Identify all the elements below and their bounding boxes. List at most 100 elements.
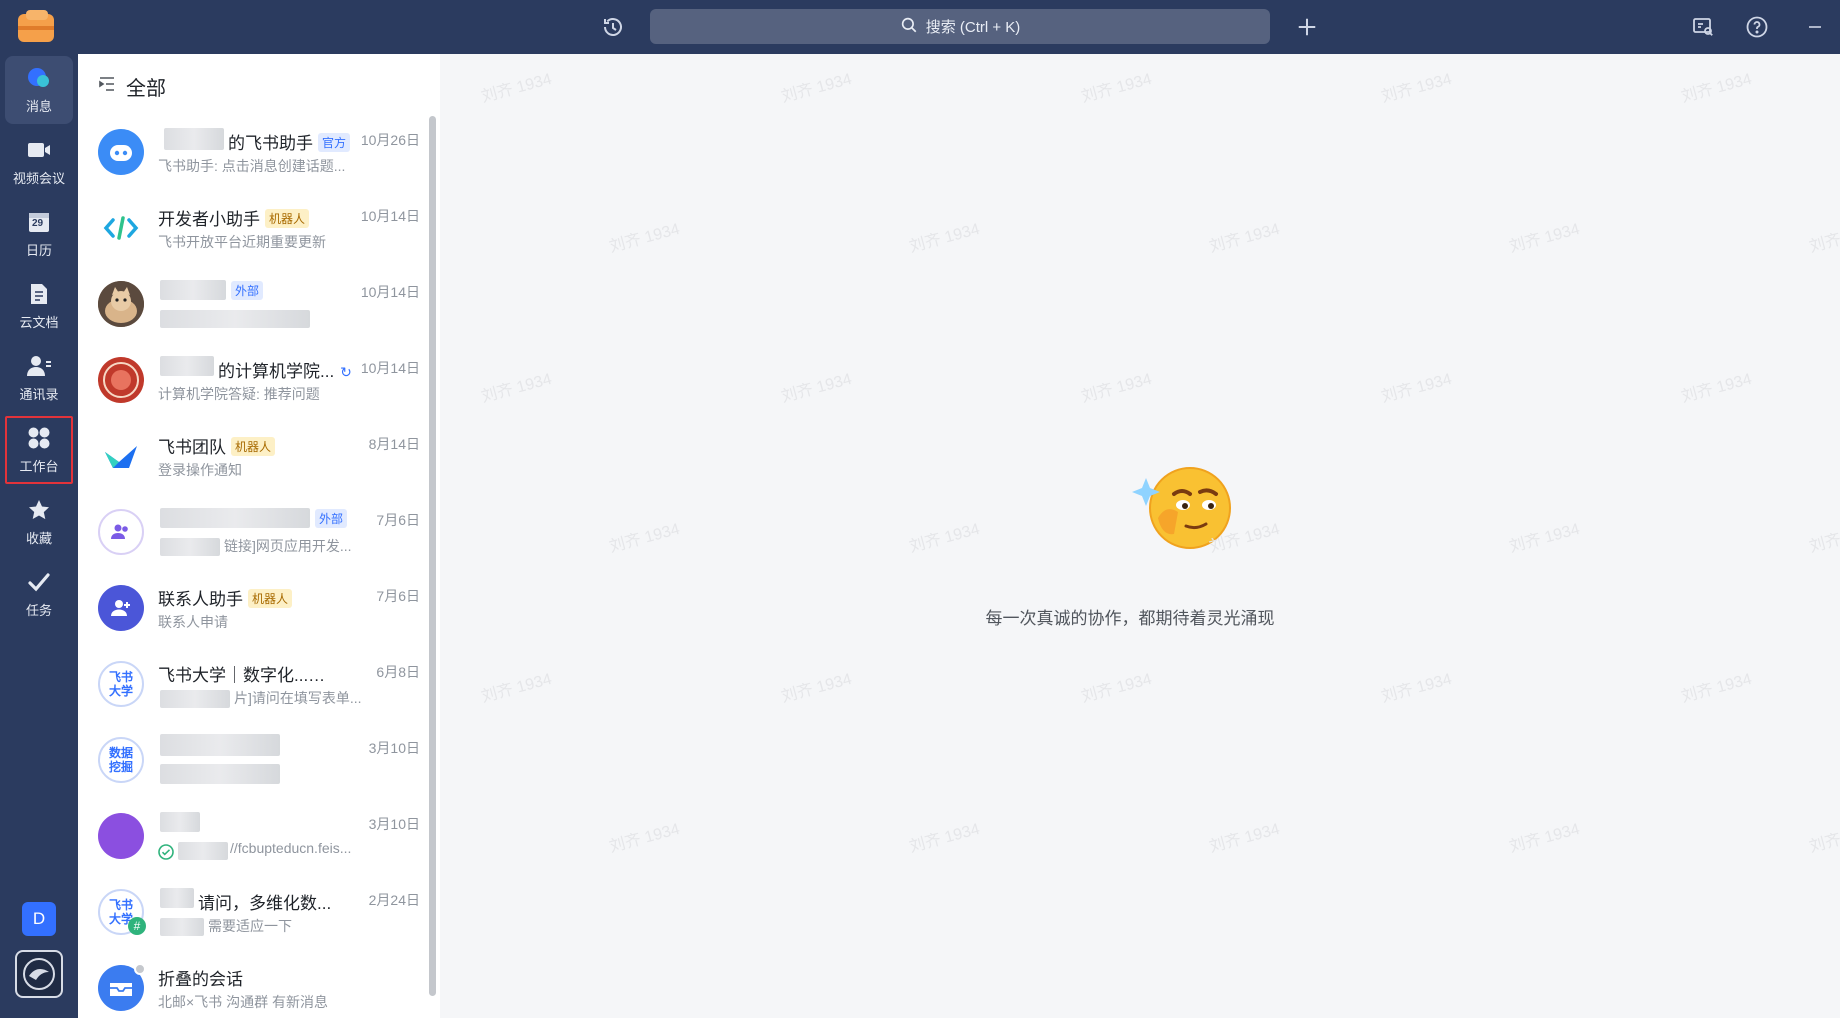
watermark-text: 刘齐 1934 — [1807, 221, 1840, 256]
redacted-area — [160, 764, 280, 784]
folded-chats-item[interactable]: 折叠的会话 北邮×飞书 沟通群 有新消息 — [78, 952, 423, 1018]
redacted-area — [160, 280, 226, 300]
docs-icon — [26, 282, 52, 306]
developer-assistant-avatar-icon — [98, 205, 144, 251]
watermark-text: 刘齐 1934 — [779, 670, 854, 706]
redacted-area — [164, 128, 224, 150]
user-avatar[interactable]: D — [22, 902, 56, 936]
chat-preview: 飞书开放平台近期重要更新 — [158, 234, 326, 250]
redacted-area — [178, 842, 228, 860]
user-initial: D — [32, 909, 46, 928]
minimize-icon[interactable] — [1798, 10, 1832, 44]
chat-list-scrollbar[interactable] — [429, 116, 436, 996]
empty-state-text: 每一次真诚的协作，都期待着灵光涌现 — [985, 609, 1275, 628]
chat-preview: 链接]网页应用开发... — [224, 538, 352, 554]
redacted-area — [160, 356, 214, 376]
rail-label: 消息 — [25, 98, 52, 114]
rail-item-contacts[interactable]: 通讯录 — [5, 344, 73, 412]
watermark-text: 刘齐 1934 — [607, 520, 682, 556]
chat-item[interactable]: 数据挖掘 3月10日 — [78, 724, 423, 800]
watermark-text: 刘齐 1934 — [1507, 220, 1582, 256]
watermark-text: 刘齐 1934 — [907, 220, 982, 256]
unread-dot — [134, 963, 146, 975]
screen-search-icon[interactable] — [1686, 10, 1720, 44]
help-icon[interactable] — [1740, 10, 1774, 44]
chat-time: 10月14日 — [360, 284, 420, 300]
chat-item[interactable]: 联系人助手 机器人 7月6日 联系人申请 — [78, 572, 423, 648]
rail-item-docs[interactable]: 云文档 — [5, 272, 73, 340]
chat-item[interactable]: 飞书大学 # 请问，多维化数... 2月24日 需要适应一下 — [78, 876, 423, 952]
chat-time: 7月6日 — [376, 588, 420, 604]
chat-preview: 需要适应一下 — [208, 918, 292, 934]
watermark-text: 刘齐 1934 — [1679, 370, 1754, 406]
chat-time: 6月8日 — [376, 664, 420, 680]
chat-item[interactable]: 飞书团队 机器人 8月14日 登录操作通知 — [78, 420, 423, 496]
left-rail: 消息 视频会议 29 日历 云文档 通讯录 工作台 收藏 任务 D — [0, 54, 78, 1018]
search-placeholder: 搜索 (Ctrl + K) — [925, 19, 1021, 36]
watermark-text: 刘齐 1934 — [1207, 220, 1282, 256]
rail-item-favorites[interactable]: 收藏 — [5, 488, 73, 556]
watermark-text: 刘齐 1934 — [907, 520, 982, 556]
chat-name: 外部 — [226, 281, 264, 302]
star-icon — [26, 498, 52, 522]
chat-time: 10月14日 — [360, 360, 420, 376]
chat-name: 的计算机学院... ↻ — [218, 362, 352, 381]
watermark-text: 刘齐 1934 — [607, 220, 682, 256]
redacted-area — [160, 812, 200, 832]
watermark-text: 刘齐 1934 — [907, 820, 982, 856]
chat-item[interactable]: 的飞书助手 官方 10月26日 飞书助手: 点击消息创建话题... — [78, 116, 423, 192]
chat-item[interactable]: 飞书大学 飞书大学｜数字化...外部 6月8日 片]请问在填写表单... — [78, 648, 423, 724]
group-avatar-icon — [98, 509, 144, 555]
workplace-icon — [26, 426, 52, 450]
chat-name: 开发者小助手 机器人 — [158, 205, 310, 230]
video-icon — [26, 138, 52, 162]
chat-preview: 片]请问在填写表单... — [234, 690, 362, 706]
redacted-area — [160, 538, 220, 556]
rail-label: 日历 — [25, 242, 52, 258]
chat-item[interactable]: 外部 10月14日 — [78, 268, 423, 344]
official-badge: 官方 — [318, 133, 351, 152]
chat-preview: //fcbupteducn.feis... — [230, 840, 352, 856]
app-logo-icon[interactable] — [14, 8, 60, 46]
task-icon — [26, 570, 52, 594]
chat-name: 折叠的会话 — [158, 970, 243, 989]
feishu-team-avatar-icon — [98, 433, 144, 479]
filter-list-icon — [98, 75, 116, 99]
chat-time: 7月6日 — [376, 512, 420, 528]
chat-time: 8月14日 — [368, 436, 420, 452]
watermark-text: 刘齐 1934 — [1507, 820, 1582, 856]
chat-item[interactable]: 外部 7月6日 链接]网页应用开发... — [78, 496, 423, 572]
chat-preview: 登录操作通知 — [158, 462, 242, 478]
search-input[interactable]: 搜索 (Ctrl + K) — [650, 9, 1270, 44]
chat-item[interactable]: 开发者小助手 机器人 10月14日 飞书开放平台近期重要更新 — [78, 192, 423, 268]
redacted-area — [160, 888, 194, 908]
watermark-text: 刘齐 1934 — [1079, 70, 1154, 106]
redacted-area — [160, 508, 310, 528]
rail-item-video-meeting[interactable]: 视频会议 — [5, 128, 73, 196]
chat-name: 请问，多维化数... — [198, 894, 332, 913]
history-icon[interactable] — [596, 10, 630, 44]
calendar-day: 29 — [32, 217, 44, 229]
chat-item[interactable]: 的计算机学院... ↻ 10月14日 计算机学院答疑: 推荐问题 — [78, 344, 423, 420]
watermark-text: 刘齐 1934 — [1207, 820, 1282, 856]
redacted-area — [160, 310, 310, 328]
message-icon — [26, 66, 52, 90]
rail-item-workplace[interactable]: 工作台 — [5, 416, 73, 484]
chat-filter-header[interactable]: 全部 — [98, 72, 166, 101]
contact-photo-avatar — [98, 281, 144, 327]
redacted-area — [160, 734, 280, 756]
chat-item[interactable]: 3月10日 //fcbupteducn.feis... — [78, 800, 423, 876]
top-bar: 搜索 (Ctrl + K) — [0, 0, 1840, 54]
chat-preview: 飞书助手: 点击消息创建话题... — [158, 158, 346, 174]
add-icon[interactable] — [1290, 10, 1324, 44]
robot-avatar-icon — [98, 129, 144, 175]
chat-time: 3月10日 — [368, 740, 420, 756]
watermark-text: 刘齐 1934 — [1379, 70, 1454, 106]
rail-item-calendar[interactable]: 29 日历 — [5, 200, 73, 268]
organization-logo-icon[interactable] — [15, 950, 63, 998]
main-content-empty: 每一次真诚的协作，都期待着灵光涌现 刘齐 1934 刘齐 1934 刘齐 1934 刘… — [440, 54, 1840, 1018]
rail-item-tasks[interactable]: 任务 — [5, 560, 73, 628]
watermark-text: 刘齐 1934 — [779, 370, 854, 406]
rail-item-messages[interactable]: 消息 — [5, 56, 73, 124]
rail-label: 任务 — [25, 602, 52, 618]
